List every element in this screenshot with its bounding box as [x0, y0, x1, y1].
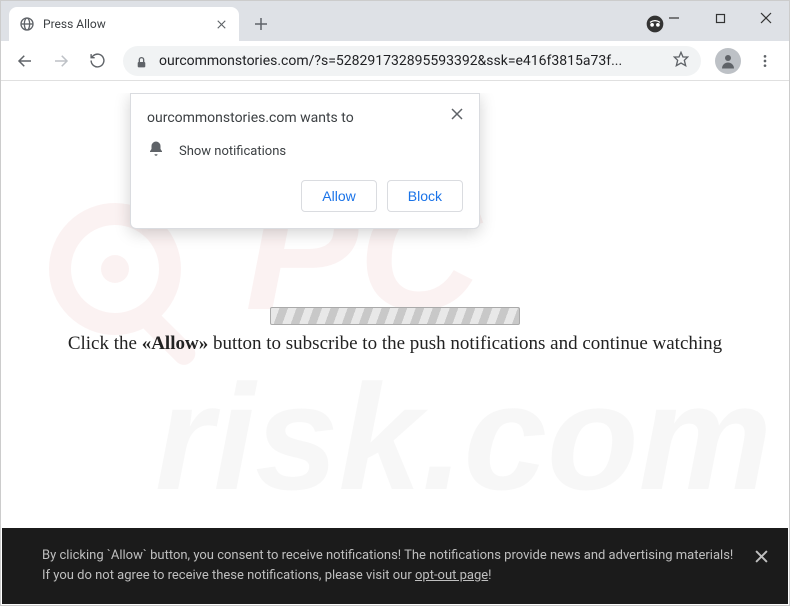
lock-icon	[135, 54, 149, 68]
svg-text:risk.com: risk.com	[155, 353, 772, 521]
page-content: PC risk.com ourcommonstories.com wants t…	[2, 93, 788, 604]
forward-button[interactable]	[45, 45, 77, 77]
maximize-button[interactable]	[697, 1, 743, 35]
reload-button[interactable]	[81, 45, 113, 77]
consent-banner: By clicking `Allow` button, you consent …	[2, 528, 788, 604]
close-window-button[interactable]	[743, 1, 789, 35]
toolbar: ourcommonstories.com/?s=5282917328955933…	[1, 41, 789, 81]
tab-title: Press Allow	[43, 17, 213, 31]
url-text: ourcommonstories.com/?s=5282917328955933…	[159, 53, 665, 69]
permission-title: ourcommonstories.com wants to	[147, 110, 463, 126]
kebab-menu-icon[interactable]	[749, 45, 781, 77]
consent-text: By clicking `Allow` button, you consent …	[42, 548, 733, 583]
notification-permission-popup: ourcommonstories.com wants to Show notif…	[130, 93, 480, 229]
block-button[interactable]: Block	[387, 180, 463, 212]
address-bar[interactable]: ourcommonstories.com/?s=5282917328955933…	[123, 46, 701, 76]
back-button[interactable]	[9, 45, 41, 77]
instruction-text: Click the «Allow» button to subscribe to…	[2, 333, 788, 355]
loading-progress-bar	[270, 307, 520, 325]
close-tab-button[interactable]	[213, 16, 229, 32]
window-controls	[651, 1, 789, 35]
allow-button[interactable]: Allow	[301, 180, 376, 212]
globe-icon	[19, 16, 35, 32]
minimize-button[interactable]	[651, 1, 697, 35]
profile-avatar[interactable]	[715, 48, 741, 74]
permission-item-label: Show notifications	[179, 144, 286, 159]
opt-out-link[interactable]: opt-out page	[415, 568, 488, 583]
browser-tab[interactable]: Press Allow	[9, 7, 239, 41]
bookmark-star-icon[interactable]	[673, 51, 689, 71]
new-tab-button[interactable]	[247, 10, 275, 38]
close-banner-button[interactable]	[755, 544, 768, 571]
bell-icon	[147, 140, 165, 162]
close-popup-button[interactable]	[447, 104, 467, 124]
